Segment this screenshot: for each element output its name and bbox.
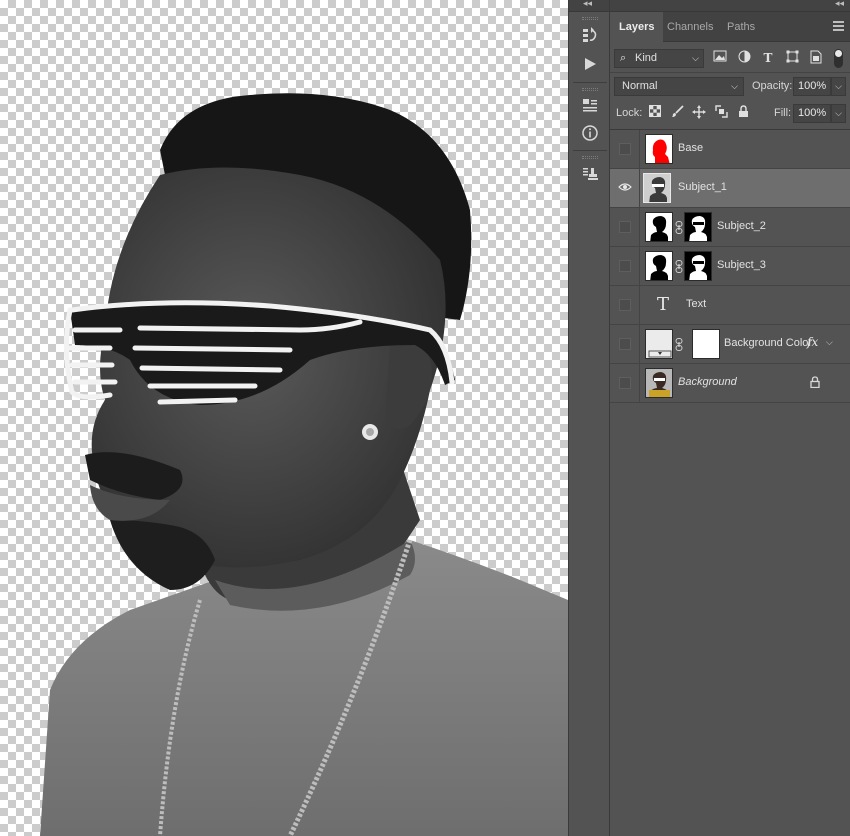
mask-link-icon[interactable] <box>674 221 684 234</box>
lock-transparent-pixels-icon[interactable] <box>647 105 663 121</box>
panel-collapse-bar[interactable]: ◂◂ <box>610 0 850 12</box>
lock-icon <box>810 376 820 391</box>
layer-name[interactable]: Base <box>678 142 703 154</box>
fill-slider-button[interactable]: ⌵ <box>831 104 846 123</box>
layer-row-subject-3[interactable]: Subject_3 <box>610 247 850 286</box>
filter-smart-object-icon[interactable] <box>808 50 824 66</box>
collapsed-panels-strip: ◂◂ <box>568 0 610 836</box>
blend-mode-select[interactable]: Normal ⌵ <box>614 77 744 96</box>
drag-grip[interactable] <box>582 156 598 159</box>
mask-link-icon[interactable] <box>674 338 684 351</box>
layer-thumbnail <box>645 134 673 164</box>
type-layer-icon: T <box>656 294 669 315</box>
filter-shape-icon[interactable] <box>784 50 800 66</box>
lock-image-pixels-icon[interactable] <box>669 105 685 121</box>
visibility-off-box[interactable] <box>619 143 631 155</box>
layer-row-text[interactable]: T Text <box>610 286 850 325</box>
opacity-input[interactable]: 100% <box>793 77 831 96</box>
visibility-off-box[interactable] <box>619 377 631 389</box>
layer-thumbnail <box>643 173 671 203</box>
lock-row: Lock: Fill: 100% ⌵ <box>610 103 850 125</box>
lock-label: Lock: <box>616 107 643 119</box>
layer-thumbnail <box>645 212 673 242</box>
tab-layers[interactable]: Layers <box>610 12 664 42</box>
layer-row-base[interactable]: Base <box>610 130 850 169</box>
opacity-label: Opacity: <box>752 80 793 92</box>
layer-filter-row: ⌕ Kind ⌵ T <box>610 46 850 72</box>
layer-name[interactable]: Subject_2 <box>717 220 766 232</box>
visibility-toggle[interactable] <box>610 130 640 168</box>
chevron-down-icon[interactable]: ⌵ <box>826 337 833 348</box>
layer-row-subject-1[interactable]: Subject_1 <box>610 169 850 208</box>
visibility-off-box[interactable] <box>619 260 631 272</box>
prevent-autonest-icon[interactable] <box>713 105 729 121</box>
layers-panel: ◂◂ Layers Channels Paths ⌕ Kind ⌵ T Norm… <box>610 0 850 836</box>
fill-label: Fill: <box>774 107 792 119</box>
layer-effects-icon[interactable]: fx <box>807 335 818 349</box>
layer-name[interactable]: Background <box>678 376 737 388</box>
visibility-off-box[interactable] <box>619 299 631 311</box>
fill-input[interactable]: 100% <box>793 104 831 123</box>
panel-menu-icon[interactable] <box>833 21 844 31</box>
drag-grip[interactable] <box>582 17 598 20</box>
visibility-off-box[interactable] <box>619 338 631 350</box>
layer-mask-thumbnail[interactable] <box>692 329 720 359</box>
opacity-slider-button[interactable]: ⌵ <box>831 77 846 96</box>
layer-row-background[interactable]: Background <box>610 364 850 403</box>
filter-adjustment-icon[interactable] <box>736 50 752 66</box>
visibility-toggle[interactable] <box>610 208 640 246</box>
chevron-down-icon: ⌵ <box>692 53 699 63</box>
eye-icon[interactable] <box>618 181 632 195</box>
strip-collapse-bar[interactable]: ◂◂ <box>569 0 609 12</box>
collapse-arrows-icon[interactable]: ◂◂ <box>583 0 592 9</box>
layer-name[interactable]: Background Color <box>724 337 812 349</box>
visibility-toggle[interactable] <box>610 364 640 402</box>
visibility-toggle[interactable] <box>610 247 640 285</box>
layer-mask-thumbnail[interactable] <box>684 212 712 242</box>
blend-mode-value: Normal <box>622 80 658 92</box>
filter-toggle[interactable] <box>834 49 843 68</box>
lock-position-icon[interactable] <box>691 105 707 121</box>
collapse-arrows-icon[interactable]: ◂◂ <box>835 0 844 9</box>
drag-grip[interactable] <box>582 88 598 91</box>
document-canvas[interactable] <box>0 0 568 836</box>
filter-kind-label: Kind <box>635 52 658 64</box>
tab-paths[interactable]: Paths <box>718 12 764 42</box>
info-icon[interactable] <box>578 122 602 144</box>
visibility-off-box[interactable] <box>619 221 631 233</box>
layer-thumbnail <box>645 251 673 281</box>
mask-link-icon[interactable] <box>674 260 684 273</box>
layers-list: Base Subject_1 Subject_2 Subject_3 T Tex… <box>610 129 850 836</box>
layer-name[interactable]: Text <box>686 298 706 310</box>
panel-tabs: Layers Channels Paths <box>610 12 850 42</box>
properties-icon[interactable] <box>578 94 602 116</box>
filter-pixel-icon[interactable] <box>712 50 728 66</box>
clone-source-icon[interactable] <box>578 163 602 185</box>
visibility-toggle[interactable] <box>610 169 640 207</box>
tab-channels[interactable]: Channels <box>658 12 722 42</box>
chevron-down-icon: ⌵ <box>731 81 738 91</box>
filter-kind-select[interactable]: ⌕ Kind ⌵ <box>614 49 704 68</box>
search-icon: ⌕ <box>620 52 627 64</box>
blend-row: Normal ⌵ Opacity: 100% ⌵ <box>610 76 850 98</box>
layer-row-background-color[interactable]: Background Color fx ⌵ <box>610 325 850 364</box>
layer-row-subject-2[interactable]: Subject_2 <box>610 208 850 247</box>
lock-all-icon[interactable] <box>735 105 751 121</box>
subject-photo <box>40 93 568 836</box>
history-icon[interactable] <box>578 24 602 46</box>
layer-name[interactable]: Subject_1 <box>678 181 727 193</box>
layer-name[interactable]: Subject_3 <box>717 259 766 271</box>
layer-mask-thumbnail[interactable] <box>684 251 712 281</box>
actions-play-icon[interactable] <box>578 53 602 75</box>
visibility-toggle[interactable] <box>610 286 640 324</box>
layer-thumbnail <box>645 368 673 398</box>
layer-thumbnail <box>645 329 673 359</box>
filter-type-icon[interactable]: T <box>760 50 776 66</box>
visibility-toggle[interactable] <box>610 325 640 363</box>
